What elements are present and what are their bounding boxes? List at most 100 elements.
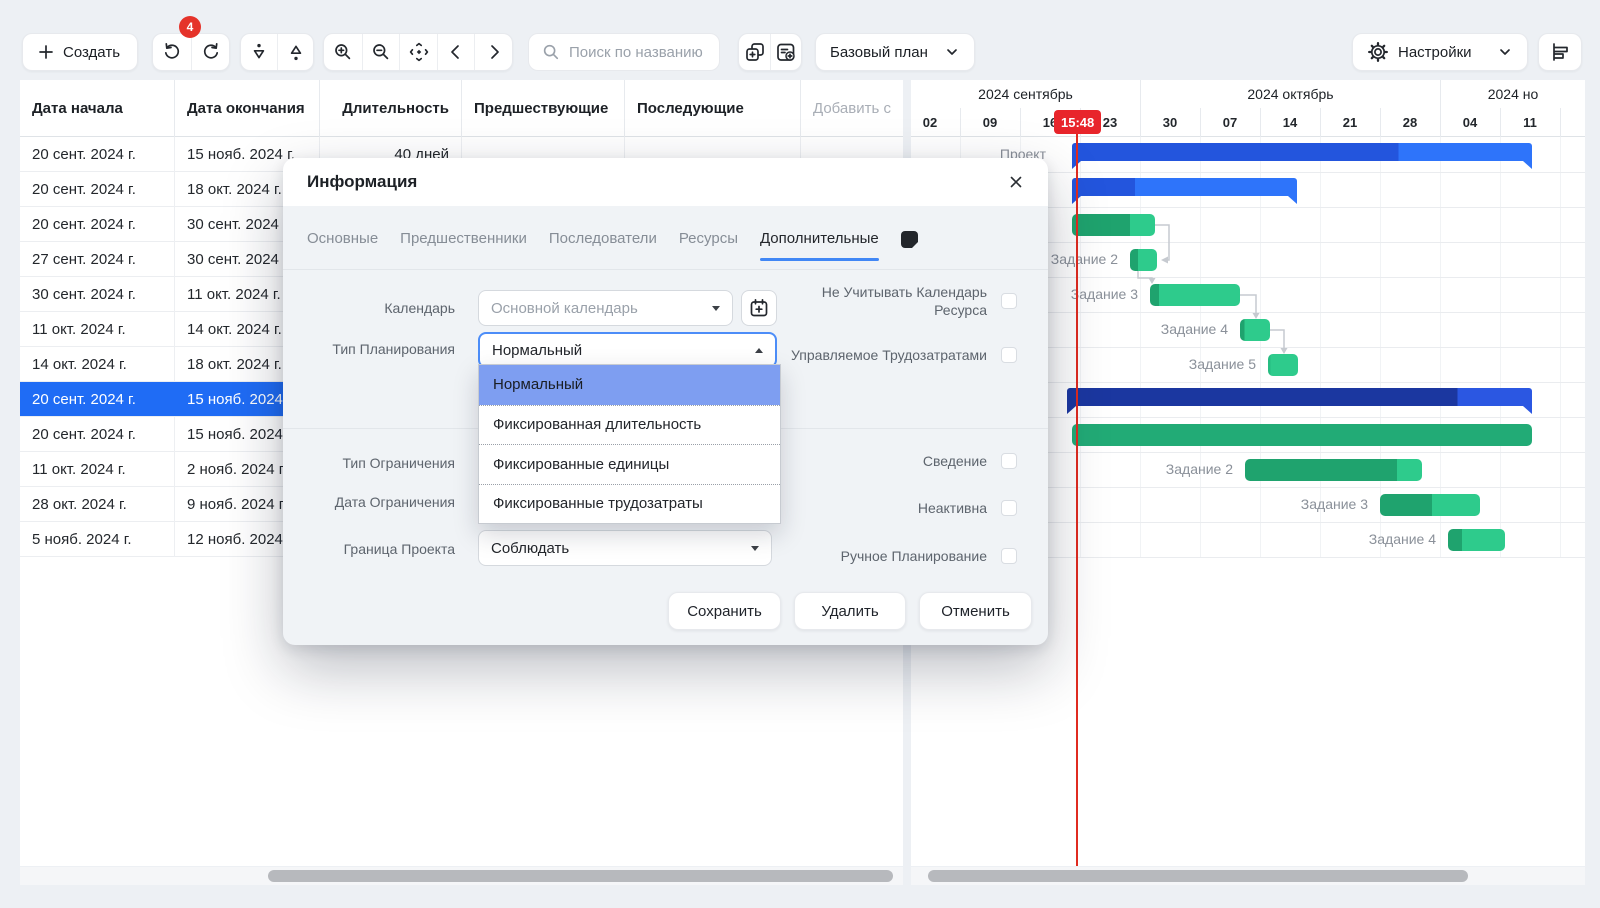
- checkbox-row-effort-driven[interactable]: Управляемое Трудозатратами: [791, 346, 1017, 364]
- tab-0[interactable]: Основные: [307, 230, 378, 261]
- add-baseline-button[interactable]: [770, 34, 801, 70]
- layout-toggle-button[interactable]: [1538, 33, 1582, 71]
- zoom-out-button[interactable]: [361, 34, 400, 70]
- cell-text: 14 окт. 2024 г.: [32, 356, 127, 373]
- dropdown-option[interactable]: Нормальный: [479, 365, 780, 405]
- task-label: Задание 3: [1070, 286, 1138, 302]
- task-label: Задание 5: [1188, 356, 1256, 372]
- task-bar[interactable]: [1448, 529, 1505, 551]
- column-header-5[interactable]: Добавить с: [801, 80, 903, 137]
- tick-separator: [1560, 108, 1561, 137]
- project-bar[interactable]: [1072, 178, 1297, 204]
- scheduling-type-field-label: Тип Планирования: [332, 341, 455, 357]
- search-input[interactable]: [569, 43, 709, 61]
- task-bar[interactable]: [1240, 319, 1270, 341]
- task-bar[interactable]: [1072, 424, 1532, 446]
- create-button[interactable]: Создать: [22, 33, 138, 71]
- column-header-label: Добавить с: [813, 100, 891, 117]
- table-cell: 14 окт. 2024 г.: [20, 347, 175, 382]
- cell-text: 11 окт. 2024 г.: [32, 461, 126, 478]
- shift-prev-button[interactable]: [436, 34, 475, 70]
- dropdown-option[interactable]: Фиксированные трудозатраты: [479, 483, 780, 524]
- notes-icon[interactable]: [900, 231, 918, 248]
- calendar-field-label: Календарь: [384, 300, 455, 316]
- undo-button[interactable]: [153, 34, 191, 70]
- copy-plus-icon: [745, 43, 764, 61]
- close-icon: [1010, 176, 1022, 188]
- task-bar[interactable]: [1150, 284, 1240, 306]
- timeline-tick: 11: [1523, 115, 1537, 130]
- checkbox-row-manually-scheduled[interactable]: Ручное Планирование: [841, 547, 1017, 565]
- tab-2[interactable]: Последователи: [549, 230, 657, 261]
- ignore-resource-calendar-checkbox[interactable]: [1001, 293, 1017, 309]
- shift-next-button[interactable]: [474, 34, 512, 70]
- dropdown-option[interactable]: Фиксированная длительность: [479, 404, 780, 445]
- search-icon: [541, 42, 561, 62]
- task-label: Задание 4: [1160, 321, 1228, 337]
- table-cell: 20 сент. 2024 г.: [20, 207, 175, 242]
- checkbox-row-ignore-resource-calendar[interactable]: Не Учитывать Календарь Ресурса: [767, 283, 1017, 319]
- dialog-header: Информация: [283, 158, 1048, 206]
- checkbox-row-inactive[interactable]: Неактивна: [918, 499, 1017, 517]
- cancel-button[interactable]: Отменить: [919, 592, 1032, 630]
- column-header-1[interactable]: Дата окончания: [175, 80, 320, 137]
- baseline-dropdown-button[interactable]: Базовый план: [815, 33, 975, 71]
- cell-text: 20 сент. 2024 г.: [32, 391, 136, 408]
- table-cell: 20 сент. 2024 г.: [20, 172, 175, 207]
- constraint-date-field-label: Дата Ограничения: [334, 494, 455, 510]
- project-bar-tail: [1523, 406, 1532, 414]
- zoom-in-button[interactable]: [324, 34, 362, 70]
- tab-3[interactable]: Ресурсы: [679, 230, 738, 261]
- timeline-tick: 21: [1342, 115, 1358, 130]
- effort-driven-checkbox[interactable]: [1001, 347, 1017, 363]
- project-bar-body: [1072, 178, 1297, 196]
- column-header-2[interactable]: Длительность: [320, 80, 462, 137]
- gantt-scrollbar-thumb[interactable]: [928, 870, 1468, 882]
- column-header-0[interactable]: Дата начала: [20, 80, 175, 137]
- constraint-type-field-label: Тип Ограничения: [342, 455, 455, 471]
- chevron-down-icon: [944, 44, 960, 60]
- collapse-all-button[interactable]: [241, 34, 277, 70]
- table-cell: 20 сент. 2024 г.: [20, 137, 175, 172]
- zoom-fit-button[interactable]: [399, 34, 437, 70]
- task-bar[interactable]: [1072, 214, 1155, 236]
- scheduling-type-value: Нормальный: [492, 341, 583, 359]
- cell-text: 20 сент. 2024 г.: [32, 216, 136, 233]
- copy-task-button[interactable]: [739, 34, 770, 70]
- column-header-3[interactable]: Предшествующие: [462, 80, 625, 137]
- cell-text: 20 сент. 2024 г.: [32, 181, 136, 198]
- checkbox-label: Управляемое Трудозатратами: [791, 347, 987, 363]
- timeline-tick: 07: [1222, 115, 1238, 130]
- table-cell: 20 сент. 2024 г.: [20, 417, 175, 452]
- calendar-combo[interactable]: Основной календарь: [478, 290, 733, 326]
- column-header-4[interactable]: Последующие: [625, 80, 801, 137]
- rollup-checkbox[interactable]: [1001, 453, 1017, 469]
- save-button[interactable]: Сохранить: [668, 592, 781, 630]
- tick-separator: [960, 108, 961, 137]
- grid-scrollbar-thumb[interactable]: [268, 870, 893, 882]
- task-bar[interactable]: [1268, 354, 1298, 376]
- delete-button[interactable]: Удалить: [794, 592, 906, 630]
- project-border-combo[interactable]: Соблюдать: [478, 530, 772, 566]
- timeline-month: 2024 октябрь: [1140, 80, 1440, 108]
- scheduling-type-combo[interactable]: Нормальный: [478, 332, 777, 368]
- column-header-label: Дата окончания: [187, 100, 305, 117]
- redo-button[interactable]: [191, 34, 229, 70]
- task-bar[interactable]: [1380, 494, 1480, 516]
- project-bar[interactable]: [1067, 388, 1532, 414]
- expand-all-button[interactable]: [277, 34, 313, 70]
- timeline-tick: 02: [922, 115, 938, 130]
- inactive-checkbox[interactable]: [1001, 500, 1017, 516]
- manually-scheduled-checkbox[interactable]: [1001, 548, 1017, 564]
- task-label: Задание 2: [1050, 251, 1118, 267]
- project-bar[interactable]: [1072, 143, 1532, 169]
- task-bar[interactable]: [1130, 249, 1157, 271]
- tab-4[interactable]: Дополнительные: [759, 230, 879, 261]
- dropdown-option[interactable]: Фиксированные единицы: [479, 444, 780, 484]
- tab-1[interactable]: Предшественники: [400, 230, 527, 261]
- column-header-label: Дата начала: [32, 100, 123, 117]
- close-button[interactable]: [1004, 170, 1028, 194]
- settings-dropdown-button[interactable]: Настройки: [1352, 33, 1528, 71]
- checkbox-row-rollup[interactable]: Сведение: [923, 452, 1017, 470]
- task-bar[interactable]: [1245, 459, 1422, 481]
